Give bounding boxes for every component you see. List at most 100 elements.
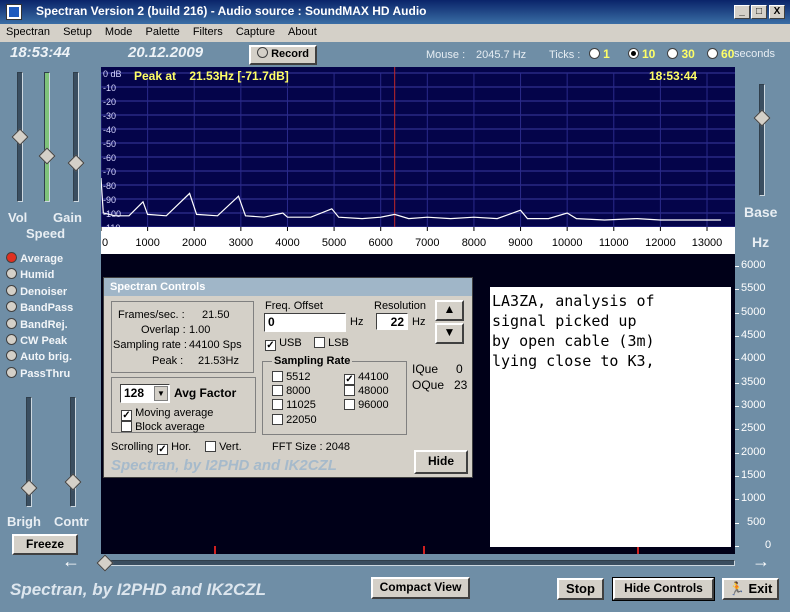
mode-humid[interactable]: Humid [6, 268, 73, 284]
record-button[interactable]: Record [249, 45, 317, 65]
record-indicator-icon [257, 47, 269, 58]
spectran-controls-panel: Spectran Controls Frames/sec. : 21.50 Ov… [103, 277, 473, 478]
resolution-input[interactable]: 22 [376, 313, 408, 330]
menu-filters[interactable]: Filters [188, 24, 228, 40]
lsb-checkbox[interactable]: LSB [314, 337, 349, 349]
x-tick-label: 11000 [599, 237, 629, 249]
x-tick-label: 4000 [275, 237, 299, 249]
mode-denoiser[interactable]: Denoiser [6, 284, 73, 301]
waterfall-freq-tick [735, 336, 739, 337]
x-tick-label: 0 [102, 237, 108, 249]
rate-48000[interactable]: 48000 [344, 385, 389, 397]
minimize-button[interactable]: _ [734, 5, 750, 19]
avg-factor-select[interactable]: 128 ▼ [120, 384, 170, 403]
menu-about[interactable]: About [283, 24, 322, 40]
menu-setup[interactable]: Setup [58, 24, 97, 40]
hide-button[interactable]: Hide [414, 450, 468, 474]
level-slider-thumb[interactable] [38, 147, 56, 165]
rate-22050[interactable]: 22050 [272, 414, 317, 426]
gain-slider-thumb[interactable] [67, 154, 85, 172]
waterfall-mark [214, 546, 216, 554]
mode-average[interactable]: Average [6, 252, 73, 268]
contr-slider-track[interactable] [70, 397, 76, 507]
radio-icon [6, 284, 17, 296]
scroll-hor-checkbox[interactable]: ✓ Hor. [157, 441, 191, 455]
x-tick-label: 2000 [182, 237, 206, 249]
rate-5512[interactable]: 5512 [272, 371, 311, 383]
waterfall-freq-scale: 6000 5500 5000 4500 4000 3500 3000 2500 2000 1500… [735, 256, 790, 554]
waterfall-freq-label: 4000 [741, 352, 766, 365]
resolution-down-button[interactable]: ▼ [435, 323, 464, 344]
check-icon: ✓ [344, 374, 355, 385]
ticks-radio-60[interactable] [706, 48, 718, 59]
waterfall-freq-label: 2500 [741, 422, 766, 435]
compact-view-button[interactable]: Compact View [371, 577, 470, 599]
base-slider-thumb[interactable] [753, 109, 771, 127]
spectrum-chart[interactable]: 0 dB-10-20-30-40-50-60-70-80-90-100-1100… [101, 67, 735, 254]
ticks-label: Ticks : [549, 49, 581, 61]
horizontal-scroll-thumb[interactable] [96, 554, 114, 572]
contr-slider-thumb[interactable] [64, 473, 82, 491]
x-tick-label: 3000 [229, 237, 253, 249]
scroll-right-arrow-icon[interactable]: → [752, 551, 770, 572]
waterfall-freq-tick [735, 546, 739, 547]
check-icon: ✓ [157, 444, 168, 455]
ticks-options: 1 10 30 60 [589, 47, 734, 61]
exit-button[interactable]: 🏃 Exit [722, 578, 779, 600]
mode-passthru[interactable]: PassThru [6, 366, 73, 383]
iq-value: 0 [456, 362, 463, 376]
x-tick-label: 13000 [692, 237, 723, 249]
ticks-radio-1[interactable] [589, 48, 600, 59]
scroll-vert-checkbox[interactable]: Vert. [205, 441, 242, 453]
horizontal-scroll-track[interactable] [101, 560, 735, 566]
ticks-radio-10[interactable] [627, 48, 639, 59]
hide-controls-button[interactable]: Hide Controls [612, 577, 715, 601]
base-label: Base [744, 204, 778, 220]
gain-slider-track[interactable] [73, 72, 79, 202]
moving-average-checkbox[interactable]: ✓ Moving average [121, 407, 213, 421]
mode-cw-peak[interactable]: CW Peak [6, 333, 73, 350]
waterfall-freq-label: 3000 [741, 399, 766, 411]
rate-44100[interactable]: ✓ 44100 [344, 371, 389, 385]
waterfall-freq-tick [735, 359, 739, 361]
chevron-down-icon[interactable]: ▼ [154, 386, 168, 401]
stop-button[interactable]: Stop [557, 578, 604, 600]
radio-icon [6, 350, 17, 362]
maximize-button[interactable]: □ [751, 5, 767, 19]
ticks-1-label: 1 [603, 47, 610, 61]
resolution-up-button[interactable]: ▲ [435, 300, 464, 321]
checkbox-icon [121, 421, 132, 432]
clock-time: 18:53:44 [10, 44, 71, 61]
freq-offset-input[interactable]: 0 [264, 313, 346, 332]
vol-slider-thumb[interactable] [11, 128, 29, 146]
y-tick-label: -70 [103, 167, 116, 177]
ticks-30-label: 30 [681, 47, 695, 61]
rate-8000[interactable]: 8000 [272, 385, 311, 397]
resolution-unit: Hz [412, 316, 426, 328]
menu-palette[interactable]: Palette [141, 24, 185, 40]
block-average-checkbox[interactable]: Block average [121, 421, 205, 433]
usb-checkbox[interactable]: ✓ USB [265, 337, 302, 351]
checkbox-icon [205, 441, 216, 452]
y-tick-label: -80 [103, 181, 116, 191]
checkbox-icon [272, 385, 283, 396]
mode-bandpass[interactable]: BandPass [6, 301, 73, 317]
menu-mode[interactable]: Mode [100, 24, 138, 40]
rate-11025[interactable]: 11025 [272, 399, 316, 411]
mode-auto-brig[interactable]: Auto brig. [6, 350, 73, 366]
base-slider-track[interactable] [759, 84, 765, 196]
mode-bandrej[interactable]: BandRej. [6, 317, 73, 334]
mode-list: Average Humid Denoiser BandPass BandRej.… [6, 252, 73, 383]
menu-capture[interactable]: Capture [231, 24, 280, 40]
menu-spectran[interactable]: Spectran [0, 24, 55, 40]
scroll-left-arrow-icon[interactable]: ← [62, 551, 80, 572]
waterfall-mark [423, 546, 425, 554]
close-button[interactable]: X [769, 5, 785, 19]
rate-96000[interactable]: 96000 [344, 399, 389, 411]
x-tick-label: 10000 [552, 237, 583, 249]
peak-label: Peak : [152, 355, 184, 367]
y-tick-label: -30 [103, 111, 116, 121]
ticks-radio-30[interactable] [667, 48, 679, 59]
x-tick-label: 5000 [322, 237, 346, 249]
brigh-slider-thumb[interactable] [20, 479, 38, 497]
